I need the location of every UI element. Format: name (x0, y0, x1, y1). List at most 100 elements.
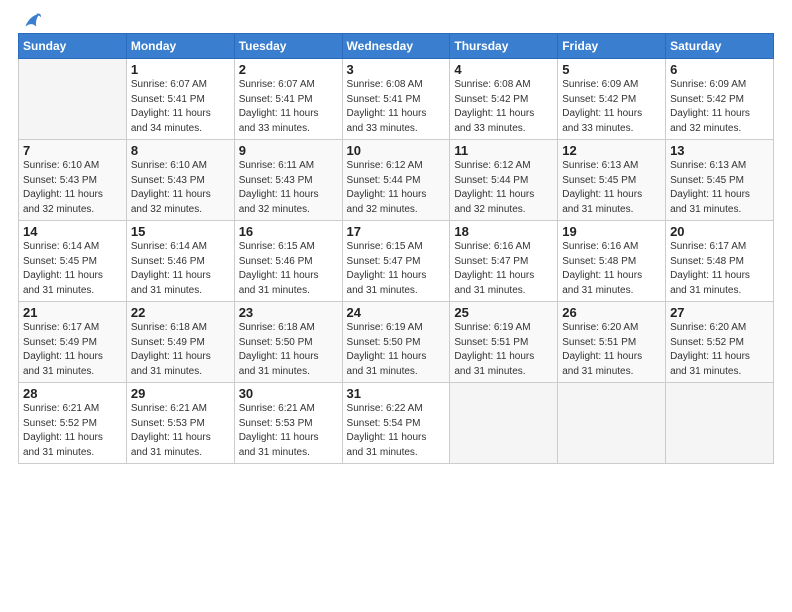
calendar-cell: 10Sunrise: 6:12 AM Sunset: 5:44 PM Dayli… (342, 140, 450, 221)
day-number: 31 (347, 386, 446, 401)
calendar-cell: 19Sunrise: 6:16 AM Sunset: 5:48 PM Dayli… (558, 221, 666, 302)
header (18, 10, 774, 27)
day-info: Sunrise: 6:20 AM Sunset: 5:52 PM Dayligh… (670, 321, 769, 379)
week-row-3: 14Sunrise: 6:14 AM Sunset: 5:45 PM Dayli… (19, 221, 774, 302)
day-info: Sunrise: 6:17 AM Sunset: 5:49 PM Dayligh… (23, 321, 122, 379)
calendar-cell: 9Sunrise: 6:11 AM Sunset: 5:43 PM Daylig… (234, 140, 342, 221)
day-number: 29 (131, 386, 230, 401)
day-info: Sunrise: 6:10 AM Sunset: 5:43 PM Dayligh… (23, 159, 122, 217)
day-info: Sunrise: 6:07 AM Sunset: 5:41 PM Dayligh… (239, 78, 338, 136)
calendar-cell: 1Sunrise: 6:07 AM Sunset: 5:41 PM Daylig… (126, 59, 234, 140)
calendar-cell (558, 383, 666, 464)
calendar-cell: 23Sunrise: 6:18 AM Sunset: 5:50 PM Dayli… (234, 302, 342, 383)
calendar-cell: 22Sunrise: 6:18 AM Sunset: 5:49 PM Dayli… (126, 302, 234, 383)
day-number: 23 (239, 305, 338, 320)
col-header-tuesday: Tuesday (234, 34, 342, 59)
calendar-cell (666, 383, 774, 464)
calendar-cell: 4Sunrise: 6:08 AM Sunset: 5:42 PM Daylig… (450, 59, 558, 140)
day-info: Sunrise: 6:18 AM Sunset: 5:50 PM Dayligh… (239, 321, 338, 379)
day-info: Sunrise: 6:19 AM Sunset: 5:51 PM Dayligh… (454, 321, 553, 379)
day-number: 15 (131, 224, 230, 239)
calendar-cell (19, 59, 127, 140)
calendar-cell: 8Sunrise: 6:10 AM Sunset: 5:43 PM Daylig… (126, 140, 234, 221)
calendar-cell: 5Sunrise: 6:09 AM Sunset: 5:42 PM Daylig… (558, 59, 666, 140)
calendar-cell (450, 383, 558, 464)
day-info: Sunrise: 6:13 AM Sunset: 5:45 PM Dayligh… (562, 159, 661, 217)
calendar-cell: 13Sunrise: 6:13 AM Sunset: 5:45 PM Dayli… (666, 140, 774, 221)
col-header-wednesday: Wednesday (342, 34, 450, 59)
day-info: Sunrise: 6:12 AM Sunset: 5:44 PM Dayligh… (347, 159, 446, 217)
week-row-1: 1Sunrise: 6:07 AM Sunset: 5:41 PM Daylig… (19, 59, 774, 140)
logo-bird-icon (19, 10, 41, 32)
col-header-monday: Monday (126, 34, 234, 59)
day-number: 7 (23, 143, 122, 158)
day-number: 30 (239, 386, 338, 401)
day-info: Sunrise: 6:21 AM Sunset: 5:53 PM Dayligh… (239, 402, 338, 460)
week-row-2: 7Sunrise: 6:10 AM Sunset: 5:43 PM Daylig… (19, 140, 774, 221)
day-info: Sunrise: 6:14 AM Sunset: 5:46 PM Dayligh… (131, 240, 230, 298)
day-number: 6 (670, 62, 769, 77)
day-number: 21 (23, 305, 122, 320)
day-info: Sunrise: 6:14 AM Sunset: 5:45 PM Dayligh… (23, 240, 122, 298)
calendar-table: SundayMondayTuesdayWednesdayThursdayFrid… (18, 33, 774, 464)
day-info: Sunrise: 6:22 AM Sunset: 5:54 PM Dayligh… (347, 402, 446, 460)
calendar-cell: 30Sunrise: 6:21 AM Sunset: 5:53 PM Dayli… (234, 383, 342, 464)
day-info: Sunrise: 6:12 AM Sunset: 5:44 PM Dayligh… (454, 159, 553, 217)
calendar-cell: 16Sunrise: 6:15 AM Sunset: 5:46 PM Dayli… (234, 221, 342, 302)
calendar-cell: 26Sunrise: 6:20 AM Sunset: 5:51 PM Dayli… (558, 302, 666, 383)
day-number: 22 (131, 305, 230, 320)
day-number: 19 (562, 224, 661, 239)
day-number: 11 (454, 143, 553, 158)
logo (18, 10, 41, 27)
day-number: 3 (347, 62, 446, 77)
day-info: Sunrise: 6:08 AM Sunset: 5:41 PM Dayligh… (347, 78, 446, 136)
day-info: Sunrise: 6:07 AM Sunset: 5:41 PM Dayligh… (131, 78, 230, 136)
day-number: 13 (670, 143, 769, 158)
calendar-cell: 20Sunrise: 6:17 AM Sunset: 5:48 PM Dayli… (666, 221, 774, 302)
day-info: Sunrise: 6:18 AM Sunset: 5:49 PM Dayligh… (131, 321, 230, 379)
day-number: 12 (562, 143, 661, 158)
day-info: Sunrise: 6:15 AM Sunset: 5:46 PM Dayligh… (239, 240, 338, 298)
calendar-cell: 15Sunrise: 6:14 AM Sunset: 5:46 PM Dayli… (126, 221, 234, 302)
day-info: Sunrise: 6:11 AM Sunset: 5:43 PM Dayligh… (239, 159, 338, 217)
calendar-cell: 2Sunrise: 6:07 AM Sunset: 5:41 PM Daylig… (234, 59, 342, 140)
day-info: Sunrise: 6:21 AM Sunset: 5:53 PM Dayligh… (131, 402, 230, 460)
calendar-cell: 24Sunrise: 6:19 AM Sunset: 5:50 PM Dayli… (342, 302, 450, 383)
week-row-4: 21Sunrise: 6:17 AM Sunset: 5:49 PM Dayli… (19, 302, 774, 383)
calendar-cell: 11Sunrise: 6:12 AM Sunset: 5:44 PM Dayli… (450, 140, 558, 221)
day-info: Sunrise: 6:09 AM Sunset: 5:42 PM Dayligh… (670, 78, 769, 136)
col-header-thursday: Thursday (450, 34, 558, 59)
day-number: 1 (131, 62, 230, 77)
day-number: 4 (454, 62, 553, 77)
day-number: 5 (562, 62, 661, 77)
day-number: 8 (131, 143, 230, 158)
day-info: Sunrise: 6:08 AM Sunset: 5:42 PM Dayligh… (454, 78, 553, 136)
day-info: Sunrise: 6:16 AM Sunset: 5:47 PM Dayligh… (454, 240, 553, 298)
day-info: Sunrise: 6:09 AM Sunset: 5:42 PM Dayligh… (562, 78, 661, 136)
day-number: 10 (347, 143, 446, 158)
day-number: 20 (670, 224, 769, 239)
day-info: Sunrise: 6:16 AM Sunset: 5:48 PM Dayligh… (562, 240, 661, 298)
day-number: 25 (454, 305, 553, 320)
day-number: 24 (347, 305, 446, 320)
day-number: 26 (562, 305, 661, 320)
day-number: 28 (23, 386, 122, 401)
week-row-5: 28Sunrise: 6:21 AM Sunset: 5:52 PM Dayli… (19, 383, 774, 464)
calendar-cell: 7Sunrise: 6:10 AM Sunset: 5:43 PM Daylig… (19, 140, 127, 221)
calendar-cell: 18Sunrise: 6:16 AM Sunset: 5:47 PM Dayli… (450, 221, 558, 302)
day-info: Sunrise: 6:15 AM Sunset: 5:47 PM Dayligh… (347, 240, 446, 298)
day-number: 16 (239, 224, 338, 239)
calendar-cell: 21Sunrise: 6:17 AM Sunset: 5:49 PM Dayli… (19, 302, 127, 383)
calendar-cell: 3Sunrise: 6:08 AM Sunset: 5:41 PM Daylig… (342, 59, 450, 140)
day-number: 17 (347, 224, 446, 239)
calendar-cell: 25Sunrise: 6:19 AM Sunset: 5:51 PM Dayli… (450, 302, 558, 383)
calendar-cell: 17Sunrise: 6:15 AM Sunset: 5:47 PM Dayli… (342, 221, 450, 302)
day-info: Sunrise: 6:10 AM Sunset: 5:43 PM Dayligh… (131, 159, 230, 217)
calendar-cell: 27Sunrise: 6:20 AM Sunset: 5:52 PM Dayli… (666, 302, 774, 383)
day-info: Sunrise: 6:21 AM Sunset: 5:52 PM Dayligh… (23, 402, 122, 460)
calendar-cell: 6Sunrise: 6:09 AM Sunset: 5:42 PM Daylig… (666, 59, 774, 140)
day-number: 9 (239, 143, 338, 158)
calendar-cell: 28Sunrise: 6:21 AM Sunset: 5:52 PM Dayli… (19, 383, 127, 464)
day-info: Sunrise: 6:17 AM Sunset: 5:48 PM Dayligh… (670, 240, 769, 298)
col-header-saturday: Saturday (666, 34, 774, 59)
